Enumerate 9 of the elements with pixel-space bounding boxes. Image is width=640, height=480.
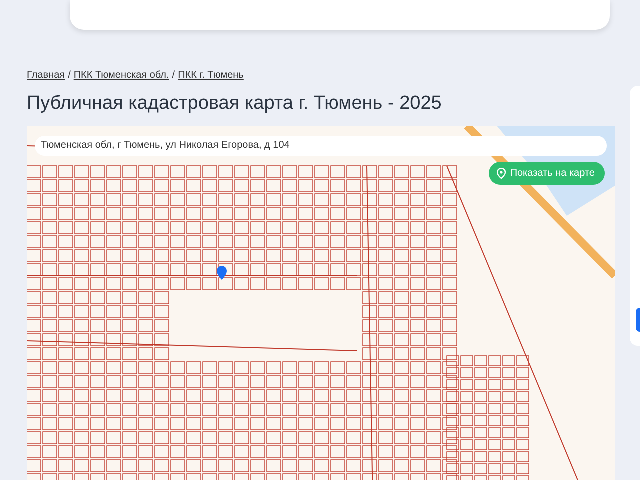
cadastral-map-drawing[interactable] — [27, 126, 615, 480]
location-pin-icon — [497, 168, 506, 179]
address-field[interactable]: Тюменская обл, г Тюмень, ул Николая Егорова, д 104 — [35, 136, 607, 156]
breadcrumb-link[interactable]: ПКК Тюменская обл. — [74, 70, 170, 81]
breadcrumb-link[interactable]: Главная — [27, 70, 66, 81]
page-title: Публичная кадастровая карта г. Тюмень - 2025 — [27, 93, 443, 116]
breadcrumb-separator: / — [172, 70, 176, 81]
breadcrumb-link[interactable]: ПКК г. Тюмень — [178, 70, 244, 81]
breadcrumb-separator: / — [68, 70, 71, 81]
